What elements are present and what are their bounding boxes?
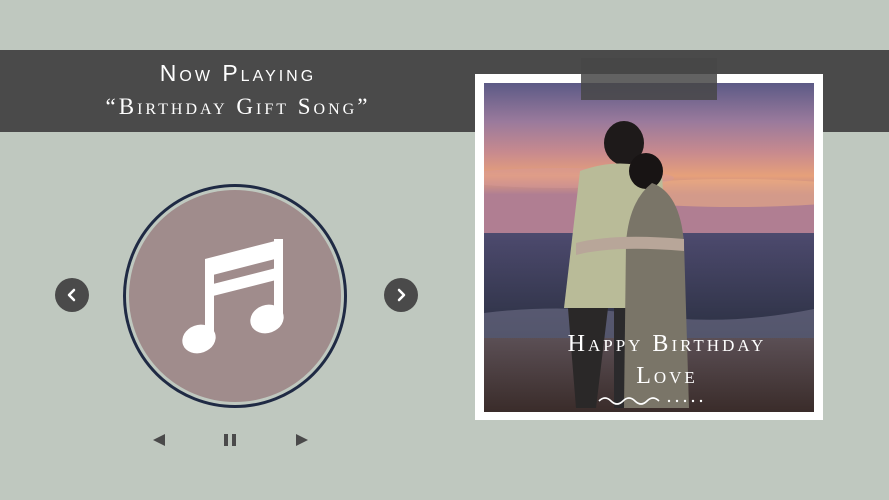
music-notes-icon (182, 239, 284, 354)
music-player-slide: Now Playing “Birthday Gift Song” Happy B… (0, 0, 889, 500)
pause-button[interactable] (216, 426, 244, 454)
previous-triangle-icon (153, 434, 165, 446)
previous-track-button[interactable] (55, 278, 89, 312)
tape-strip (581, 58, 717, 100)
now-playing-label: Now Playing (159, 60, 317, 86)
squiggle-decoration (598, 397, 703, 405)
next-track-button[interactable] (384, 278, 418, 312)
album-disc (129, 190, 341, 402)
chevron-left-icon (67, 288, 76, 302)
playback-controls (140, 426, 320, 454)
couple-sunset-photo: Happy Birthday Love (484, 83, 814, 412)
play-button[interactable] (288, 426, 316, 454)
photo-caption-line1: Happy Birthday (567, 331, 767, 357)
pause-icon (224, 434, 236, 446)
play-triangle-icon (296, 434, 308, 446)
previous-button[interactable] (145, 426, 173, 454)
chevron-right-icon (397, 288, 406, 302)
photo-caption-line2: Love (636, 363, 698, 389)
photo-frame: Happy Birthday Love (475, 74, 823, 420)
song-title: “Birthday Gift Song” (105, 94, 371, 119)
title-block: Now Playing “Birthday Gift Song” (0, 56, 476, 124)
